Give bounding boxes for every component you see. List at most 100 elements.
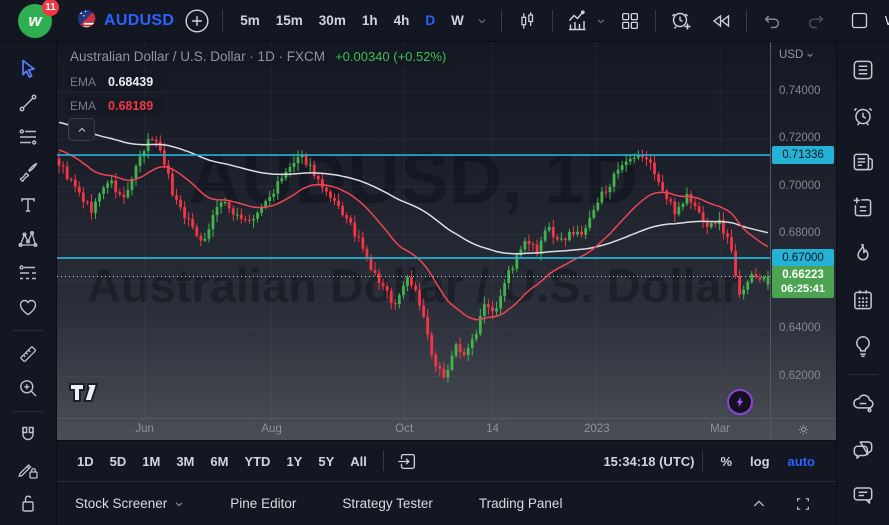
- favorites-heart-button[interactable]: [9, 290, 47, 324]
- chart-settings-gear-button[interactable]: [770, 418, 836, 440]
- range-all-button[interactable]: All: [342, 450, 375, 473]
- range-1d-button[interactable]: 1D: [69, 450, 102, 473]
- interval-15m[interactable]: 15m: [269, 9, 310, 32]
- interval-30m[interactable]: 30m: [312, 9, 353, 32]
- interval-switcher: 5m 15m 30m 1h 4h D W: [233, 6, 491, 36]
- bar-replay-button[interactable]: [706, 6, 736, 36]
- create-alert-button[interactable]: [666, 6, 696, 36]
- go-to-date-button[interactable]: [392, 446, 422, 476]
- divider: [222, 10, 223, 32]
- right-sidebar: [836, 42, 889, 525]
- calendar-button[interactable]: [843, 280, 883, 320]
- redo-button[interactable]: [801, 6, 831, 36]
- price-tick-label: 0.68000: [779, 227, 821, 239]
- price-tick-label: 0.64000: [779, 322, 821, 334]
- range-5d-button[interactable]: 5D: [102, 450, 135, 473]
- time-axis[interactable]: JunAugOct142023Mar: [57, 418, 836, 440]
- tab-stock-screener[interactable]: Stock Screener: [75, 496, 184, 511]
- interval-4h[interactable]: 4h: [387, 9, 417, 32]
- auto-scale-button[interactable]: auto: [779, 450, 824, 473]
- chart-legend[interactable]: Australian Dollar / U.S. Dollar · 1D · F…: [66, 46, 454, 115]
- ema-value: 0.68439: [108, 75, 153, 89]
- interval-5m[interactable]: 5m: [233, 9, 267, 32]
- magnet-mode-button[interactable]: [9, 418, 47, 452]
- range-5y-button[interactable]: 5Y: [310, 450, 342, 473]
- minds-button[interactable]: [843, 383, 883, 423]
- chart-style-candles-button[interactable]: [512, 6, 542, 36]
- divider: [655, 10, 656, 32]
- help-button[interactable]: [843, 521, 883, 525]
- alerts-button[interactable]: [843, 96, 883, 136]
- save-layout-button[interactable]: [845, 6, 875, 36]
- range-1m-button[interactable]: 1M: [134, 450, 168, 473]
- time-tick-label: Aug: [261, 423, 281, 435]
- notes-button[interactable]: [843, 188, 883, 228]
- text-tool-button[interactable]: [9, 188, 47, 222]
- ema-indicator-row[interactable]: EMA 0.68439: [66, 73, 163, 91]
- legend-symbol-title[interactable]: Australian Dollar / U.S. Dollar · 1D · F…: [70, 49, 325, 64]
- session-clock[interactable]: 15:34:18 (UTC): [603, 454, 694, 469]
- ideas-button[interactable]: [843, 326, 883, 366]
- range-3m-button[interactable]: 3M: [168, 450, 202, 473]
- symbol-search-button[interactable]: AUDUSD: [76, 8, 174, 34]
- trend-line-tool-button[interactable]: [9, 86, 47, 120]
- measure-ruler-button[interactable]: [9, 337, 47, 371]
- ema-indicator-row[interactable]: EMA 0.68189: [66, 97, 163, 115]
- price-tick-label: 0.72000: [779, 132, 821, 144]
- log-scale-button[interactable]: log: [741, 450, 779, 473]
- expand-panel-chevron-button[interactable]: [744, 489, 774, 519]
- price-tick-label: 0.70000: [779, 180, 821, 192]
- hotlists-button[interactable]: [843, 234, 883, 274]
- cursor-tool-button[interactable]: [9, 52, 47, 86]
- tradingview-logo[interactable]: [68, 382, 104, 408]
- ema-label: EMA: [70, 99, 96, 113]
- time-tick-label: Mar: [710, 423, 730, 435]
- indicators-dropdown-chevron-icon[interactable]: [593, 6, 609, 36]
- brush-tool-button[interactable]: [9, 154, 47, 188]
- xabcd-pattern-tool-button[interactable]: [9, 222, 47, 256]
- chart-area: AUDUSD, 1D Australian Dollar / U.S. Doll…: [57, 42, 836, 440]
- tab-trading-panel[interactable]: Trading Panel: [479, 496, 563, 511]
- range-ytd-button[interactable]: YTD: [236, 450, 278, 473]
- support-button[interactable]: [843, 475, 883, 515]
- remove-drawings-button[interactable]: [9, 486, 47, 520]
- price-tick-label: 0.74000: [779, 85, 821, 97]
- news-button[interactable]: [843, 142, 883, 182]
- chat-button[interactable]: [843, 429, 883, 469]
- user-avatar[interactable]: w 11: [18, 4, 52, 38]
- tab-pine-editor[interactable]: Pine Editor: [230, 496, 296, 511]
- price-axis-currency-selector[interactable]: USD: [779, 49, 814, 61]
- undo-button[interactable]: [757, 6, 787, 36]
- price-level-label: 0.71336: [772, 146, 834, 164]
- chart-canvas[interactable]: AUDUSD, 1D Australian Dollar / U.S. Doll…: [57, 42, 770, 418]
- interval-1d[interactable]: D: [418, 9, 442, 32]
- fullscreen-button[interactable]: [788, 489, 818, 519]
- interval-1h[interactable]: 1h: [355, 9, 385, 32]
- projection-tool-button[interactable]: [9, 256, 47, 290]
- indicators-button[interactable]: [563, 6, 593, 36]
- divider: [501, 10, 502, 32]
- percent-scale-button[interactable]: %: [711, 450, 741, 473]
- range-6m-button[interactable]: 6M: [202, 450, 236, 473]
- tab-strategy-tester[interactable]: Strategy Tester: [342, 496, 433, 511]
- instant-trading-button[interactable]: [727, 389, 753, 415]
- compare-add-symbol-button[interactable]: [182, 6, 212, 36]
- chevron-down-icon: [174, 499, 184, 509]
- fib-retracement-tool-button[interactable]: [9, 120, 47, 154]
- last-price-value: 0.66223: [782, 268, 824, 282]
- tab-label: Stock Screener: [75, 496, 167, 511]
- price-axis[interactable]: USD 0.74000 0.72000 0.70000 0.68000 0.64000 0…: [770, 42, 836, 418]
- watchlist-button[interactable]: [843, 50, 883, 90]
- layout-name-label[interactable]: Wealthy Educ...: [885, 13, 889, 28]
- interval-1w[interactable]: W: [444, 9, 471, 32]
- zoom-in-button[interactable]: [9, 371, 47, 405]
- legend-collapse-button[interactable]: [68, 118, 95, 141]
- range-1y-button[interactable]: 1Y: [278, 450, 310, 473]
- divider: [13, 411, 43, 412]
- ema-value: 0.68189: [108, 99, 153, 113]
- bar-countdown: 06:25:41: [781, 282, 825, 296]
- layout-grid-button[interactable]: [615, 6, 645, 36]
- interval-dropdown-chevron-icon[interactable]: [473, 6, 491, 36]
- lock-drawings-button[interactable]: [9, 452, 47, 486]
- ema-label: EMA: [70, 75, 96, 89]
